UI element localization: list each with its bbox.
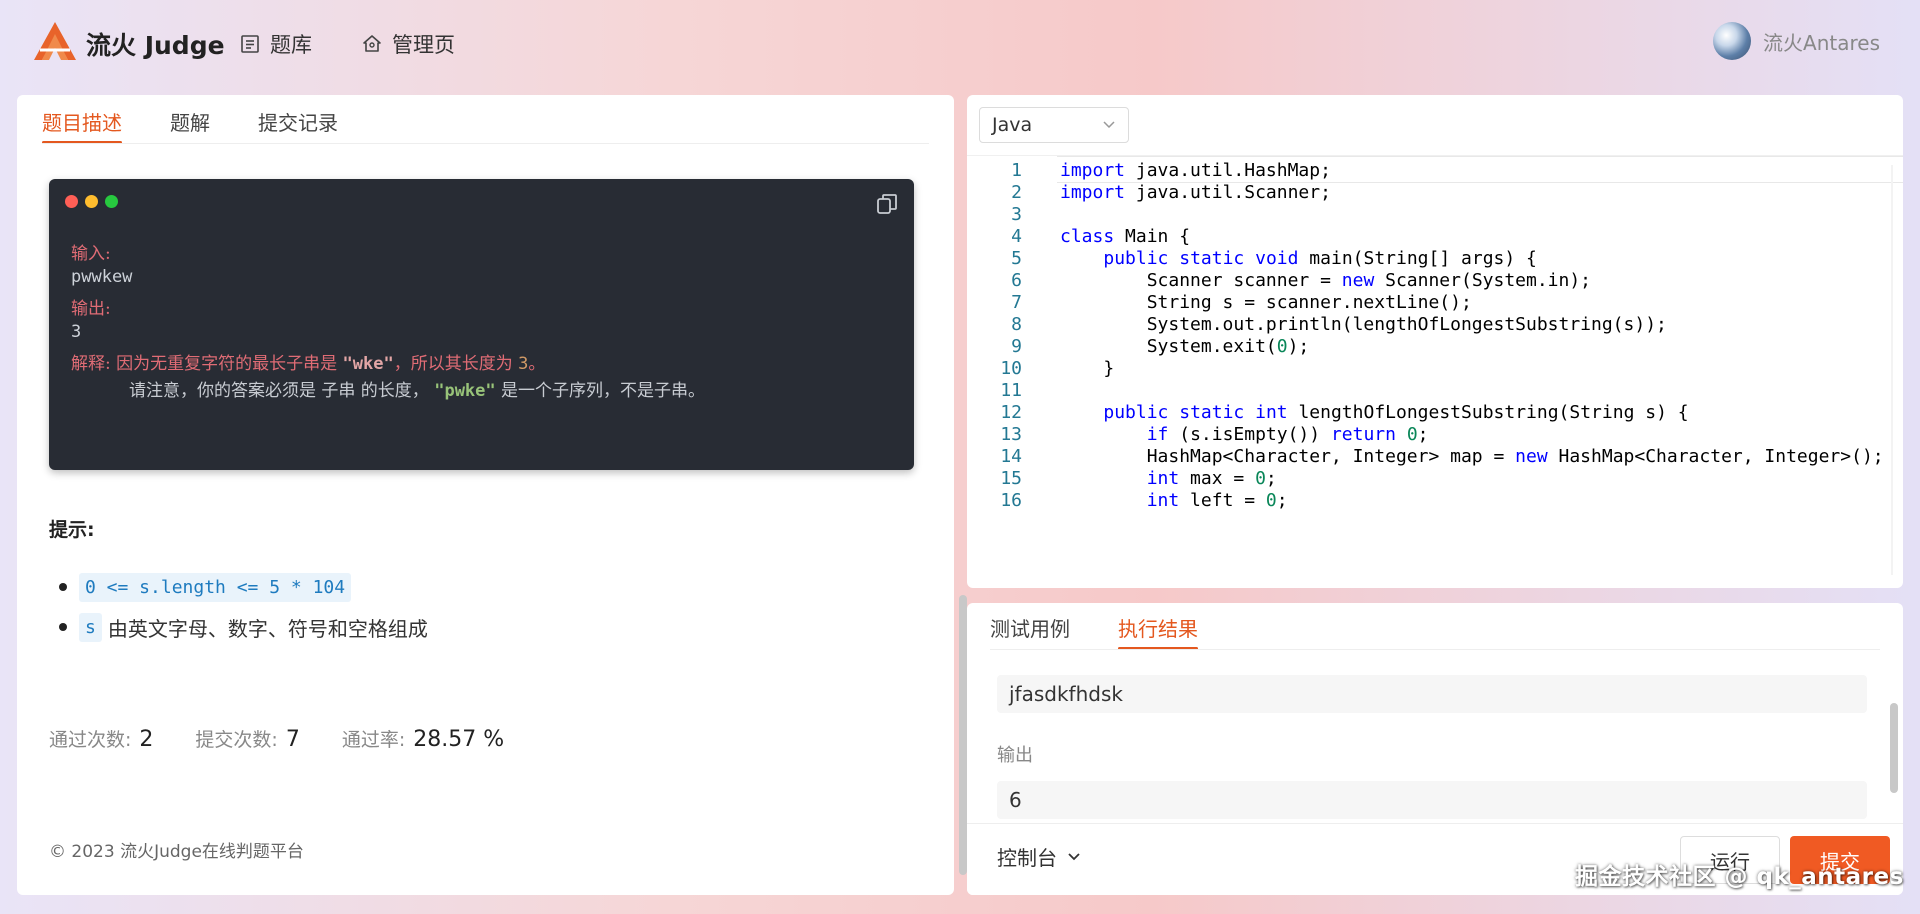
result-input-value: jfasdkfhdsk [997, 675, 1867, 713]
problem-tabs: 题目描述 题解 提交记录 [42, 107, 386, 144]
yellow-dot-icon [85, 195, 98, 208]
logo-icon[interactable] [32, 20, 78, 62]
line-number: 16 [1000, 490, 1022, 511]
top-navbar: 流火 Judge 题库 管理页 流火Antares [0, 0, 1920, 84]
acceptance-rate: 28.57 % [413, 727, 505, 752]
hint-code: 0 <= s.length <= 5 * 104 [79, 572, 352, 602]
tab-description[interactable]: 题目描述 [42, 107, 122, 144]
scrollbar[interactable] [959, 595, 967, 875]
code-text: int left = 0; [1146, 490, 1288, 511]
nav-problem-bank[interactable]: 题库 [240, 29, 312, 59]
house-icon [363, 35, 381, 52]
chevron-down-icon [1103, 121, 1115, 129]
accepted-label: 通过次数: [49, 729, 132, 751]
example-output-value: 3 [71, 322, 82, 342]
explain-number: 3 [518, 354, 529, 374]
note-text-2: 是一个子序列，不是子串。 [501, 381, 706, 401]
language-select[interactable]: Java [979, 107, 1129, 143]
user-menu[interactable]: 流火Antares [1713, 22, 1880, 60]
username[interactable]: 流火Antares [1763, 27, 1880, 56]
tab-submissions[interactable]: 提交记录 [258, 107, 338, 144]
list-icon [241, 35, 259, 53]
explain-string: "wke" [342, 354, 394, 374]
tabs-divider [990, 649, 1880, 650]
brand-name[interactable]: 流火 Judge [86, 26, 225, 62]
result-tabs: 测试用例 执行结果 [990, 613, 1246, 650]
console-toggle-button[interactable]: 控制台 [997, 842, 1081, 871]
copy-icon[interactable] [876, 193, 898, 215]
note-text-1: 请注意，你的答案必须是 子串 的长度， [129, 381, 429, 401]
output-label: 输出 [997, 745, 1033, 766]
scrollbar[interactable] [1891, 165, 1893, 575]
example-output-label: 输出: [71, 299, 111, 319]
result-output-value: 6 [997, 781, 1867, 819]
submission-stats: 通过次数: 2 提交次数: 7 通过率: 28.57 % [49, 725, 546, 752]
hint-code: s [79, 612, 102, 642]
scrollbar[interactable] [1890, 703, 1898, 793]
nav-admin-label: 管理页 [392, 33, 455, 57]
submitted-label: 提交次数: [195, 729, 278, 751]
bullet-icon [59, 623, 67, 631]
code-line[interactable]: 16 int left = 0; [967, 487, 1903, 514]
red-dot-icon [65, 195, 78, 208]
example-input-label: 输入: [71, 244, 111, 264]
list-item: s 由英文字母、数字、符号和空格组成 [59, 607, 428, 647]
hint-list: 0 <= s.length <= 5 * 104 s 由英文字母、数字、符号和空… [59, 567, 428, 647]
submit-button[interactable]: 提交 [1790, 836, 1890, 884]
code-editor-panel: Java 1 import java.util.HashMap; 2 import j… [967, 95, 1903, 588]
example-code-block: 输入: pwwkew 输出: 3 解释: 因为无重复字符的最长子串是 "wke"… [49, 179, 914, 470]
hint-text: 由英文字母、数字、符号和空格组成 [107, 616, 428, 641]
example-input-value: pwwkew [71, 267, 133, 287]
run-button[interactable]: 运行 [1680, 836, 1780, 884]
tab-execution-result[interactable]: 执行结果 [1118, 613, 1198, 650]
explain-text-2: ，所以其长度为 [393, 354, 513, 374]
hint-title: 提示: [49, 519, 95, 541]
accepted-count: 2 [139, 727, 154, 752]
nav-problem-bank-label: 题库 [270, 33, 312, 57]
list-item: 0 <= s.length <= 5 * 104 [59, 567, 428, 607]
rate-label: 通过率: [341, 729, 406, 751]
example-explanation: 解释: 因为无重复字符的最长子串是 "wke"，所以其长度为 3。 [71, 349, 545, 374]
explain-text-1: 因为无重复字符的最长子串是 [116, 354, 338, 374]
tabs-divider [42, 143, 929, 144]
bullet-icon [59, 583, 67, 591]
footer-copyright: © 2023 流火Judge在线判题平台 [49, 842, 304, 862]
problem-panel: 题目描述 题解 提交记录 输入: pwwkew 输出: 3 解释: 因为无重复字… [17, 95, 967, 895]
note-string: "pwke" [434, 381, 496, 401]
avatar[interactable] [1713, 22, 1752, 60]
result-panel: 测试用例 执行结果 jfasdkfhdsk 输出 6 控制台 运行 提交 [967, 603, 1903, 895]
nav-admin[interactable]: 管理页 [362, 29, 455, 59]
tab-solutions[interactable]: 题解 [170, 107, 210, 144]
explain-label: 解释: [71, 354, 111, 374]
submitted-count: 7 [285, 727, 300, 752]
chevron-down-icon [1068, 852, 1080, 860]
language-value: Java [992, 114, 1033, 136]
tab-test-cases[interactable]: 测试用例 [990, 613, 1070, 650]
console-label: 控制台 [997, 846, 1057, 870]
window-dots [65, 195, 118, 208]
explain-text-3: 。 [528, 354, 546, 374]
example-note: 请注意，你的答案必须是 子串 的长度， "pwke" 是一个子序列，不是子串。 [129, 376, 705, 401]
green-dot-icon [105, 195, 118, 208]
action-bar: 控制台 运行 提交 [967, 823, 1903, 895]
code-editor[interactable]: 1 import java.util.HashMap; 2 import java.u… [967, 155, 1903, 588]
